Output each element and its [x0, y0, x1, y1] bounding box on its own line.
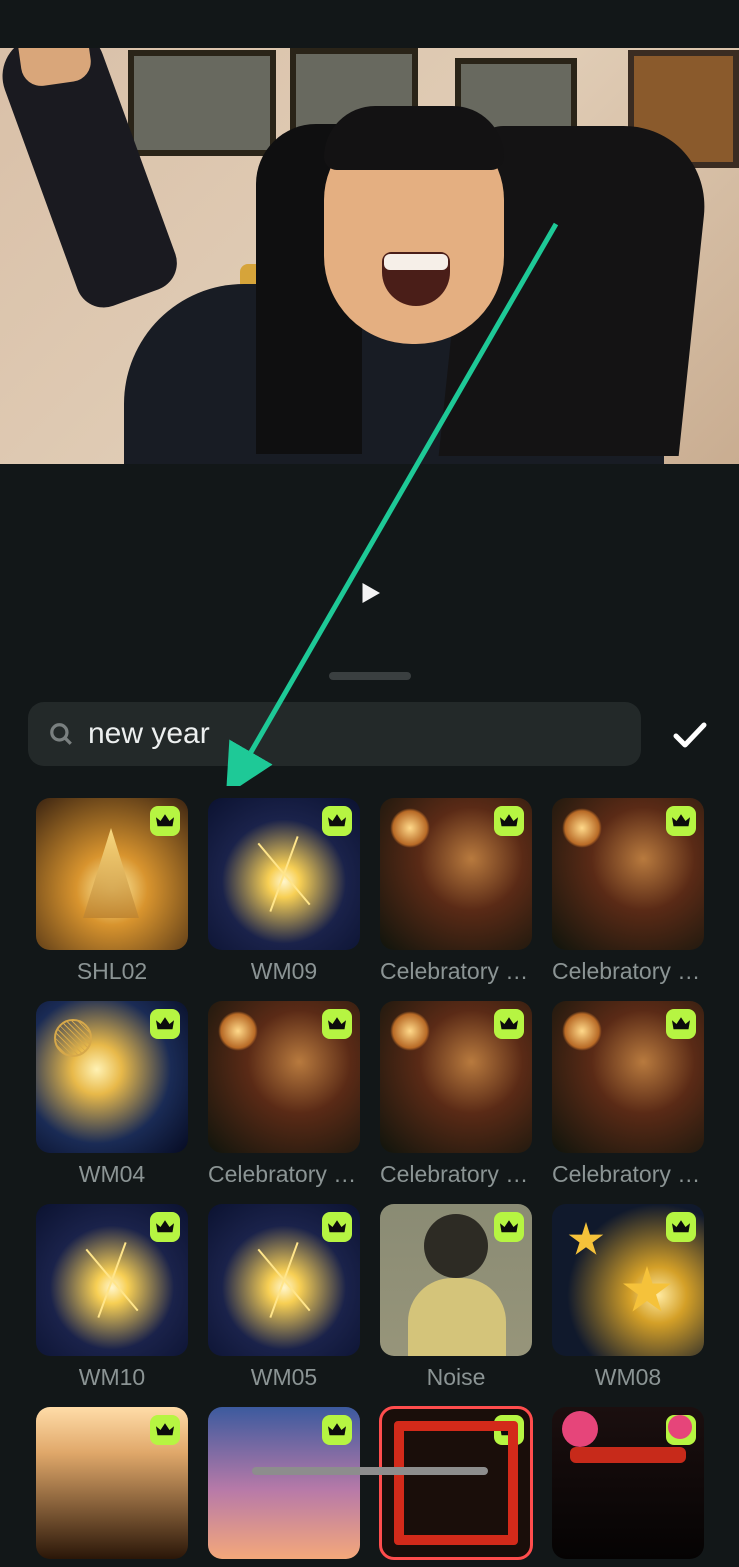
premium-crown-icon	[666, 1415, 696, 1445]
effect-label: WM10	[79, 1364, 145, 1391]
effect-item[interactable]: Celebratory Vibes	[208, 1001, 360, 1188]
effect-label: Noise	[427, 1364, 486, 1391]
effect-thumbnail[interactable]	[208, 1204, 360, 1356]
effect-item[interactable]: Celebratory Vibes	[380, 798, 532, 985]
effect-item[interactable]: Celebratory Vibes	[380, 1001, 532, 1188]
premium-crown-icon	[150, 1212, 180, 1242]
wall-frame	[128, 50, 276, 156]
effect-thumbnail[interactable]	[552, 1204, 704, 1356]
effect-item[interactable]	[380, 1407, 532, 1567]
premium-crown-icon	[322, 1009, 352, 1039]
effect-item[interactable]: Celebratory Vibes	[552, 798, 704, 985]
effect-thumbnail[interactable]	[208, 1001, 360, 1153]
checkmark-icon	[670, 714, 710, 754]
premium-crown-icon	[150, 1009, 180, 1039]
search-box[interactable]	[28, 702, 641, 766]
confirm-button[interactable]	[669, 713, 711, 755]
effect-thumbnail[interactable]	[208, 798, 360, 950]
effect-thumbnail[interactable]	[552, 1001, 704, 1153]
search-input[interactable]	[88, 717, 621, 751]
effect-thumbnail[interactable]	[552, 798, 704, 950]
video-preview[interactable]	[0, 48, 739, 464]
effect-label: WM09	[251, 958, 317, 985]
effect-label: Celebratory Vibes	[208, 1161, 360, 1188]
effect-item[interactable]	[208, 1407, 360, 1567]
effect-thumbnail[interactable]	[36, 1407, 188, 1559]
effect-label: Celebratory Vibes	[380, 1161, 532, 1188]
effect-item[interactable]	[552, 1407, 704, 1567]
premium-crown-icon	[494, 1009, 524, 1039]
effect-item[interactable]: WM08	[552, 1204, 704, 1391]
search-row	[0, 702, 739, 766]
effect-thumbnail[interactable]	[380, 1407, 532, 1559]
search-icon	[48, 721, 74, 747]
prop	[578, 264, 634, 350]
premium-crown-icon	[494, 1212, 524, 1242]
preview-frame	[0, 48, 739, 464]
prop	[240, 264, 290, 348]
effect-thumbnail[interactable]	[208, 1407, 360, 1559]
preview-controls	[0, 464, 739, 702]
home-indicator[interactable]	[252, 1467, 488, 1475]
effect-thumbnail[interactable]	[36, 1204, 188, 1356]
status-bar	[0, 0, 739, 48]
effect-item[interactable]: Noise	[380, 1204, 532, 1391]
premium-crown-icon	[494, 806, 524, 836]
effect-label: Celebratory Vibes	[552, 1161, 704, 1188]
effect-label: SHL02	[77, 958, 147, 985]
effect-label: Celebratory Vibes	[552, 958, 704, 985]
wall-frame	[455, 58, 577, 144]
premium-crown-icon	[322, 1212, 352, 1242]
effect-item[interactable]: WM09	[208, 798, 360, 985]
effect-item[interactable]	[36, 1407, 188, 1567]
premium-crown-icon	[666, 806, 696, 836]
premium-crown-icon	[150, 806, 180, 836]
premium-crown-icon	[494, 1415, 524, 1445]
effect-thumbnail[interactable]	[380, 798, 532, 950]
effect-label: WM04	[79, 1161, 145, 1188]
effect-item[interactable]: WM04	[36, 1001, 188, 1188]
effect-thumbnail[interactable]	[36, 798, 188, 950]
premium-crown-icon	[666, 1009, 696, 1039]
effect-item[interactable]: WM05	[208, 1204, 360, 1391]
premium-crown-icon	[322, 1415, 352, 1445]
effect-item[interactable]: SHL02	[36, 798, 188, 985]
panel-drag-handle[interactable]	[329, 672, 411, 680]
wall-frame	[628, 50, 739, 168]
effect-thumbnail[interactable]	[36, 1001, 188, 1153]
effects-grid: SHL02 WM09 Celebratory Vibes Celebratory Vi…	[0, 798, 739, 1567]
effect-label: Celebratory Vibes	[380, 958, 532, 985]
play-icon	[355, 578, 385, 608]
premium-crown-icon	[322, 806, 352, 836]
effect-item[interactable]: WM10	[36, 1204, 188, 1391]
effect-label: WM08	[595, 1364, 661, 1391]
wall-frame	[290, 48, 418, 136]
play-button[interactable]	[355, 578, 385, 608]
premium-crown-icon	[666, 1212, 696, 1242]
effect-item[interactable]: Celebratory Vibes	[552, 1001, 704, 1188]
effect-label: WM05	[251, 1364, 317, 1391]
premium-crown-icon	[150, 1415, 180, 1445]
effect-thumbnail[interactable]	[380, 1001, 532, 1153]
effect-thumbnail[interactable]	[552, 1407, 704, 1559]
effect-thumbnail[interactable]	[380, 1204, 532, 1356]
